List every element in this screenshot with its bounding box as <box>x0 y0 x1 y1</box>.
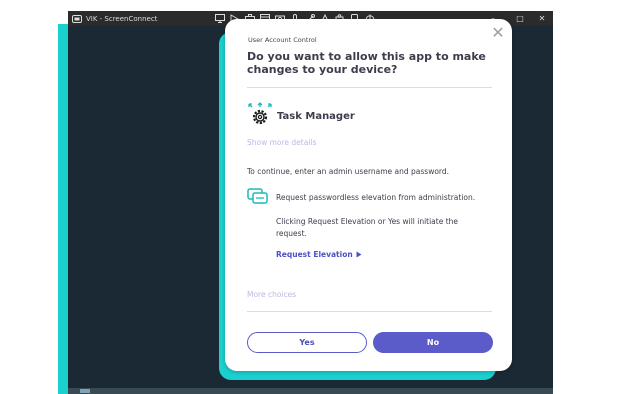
continue-text: To continue, enter an admin username and… <box>247 167 450 176</box>
monitor-icon[interactable] <box>214 13 225 24</box>
clicking-instruction-text: Clicking Request Elevation or Yes will i… <box>276 217 459 238</box>
app-name: Task Manager <box>277 111 355 122</box>
more-choices-link[interactable]: More choices <box>247 290 296 299</box>
divider <box>247 311 492 312</box>
request-elevation-link[interactable]: Request Elevation <box>276 250 362 259</box>
elevation-text: Request passwordless elevation from admi… <box>276 193 476 202</box>
elevation-request-icon <box>247 188 268 204</box>
show-more-details-link[interactable]: Show more details <box>247 138 316 147</box>
close-icon[interactable]: ✕ <box>491 25 505 41</box>
close-window-button[interactable]: ✕ <box>531 11 553 26</box>
request-elevation-label: Request Elevation <box>276 250 353 259</box>
stage: VIK - ScreenConnect □ ✕ ✕ User Account C… <box>0 0 618 394</box>
play-arrow-icon <box>356 251 362 258</box>
divider <box>247 87 492 88</box>
uac-dialog: ✕ User Account Control Do you want to al… <box>225 19 512 371</box>
screenconnect-logo-icon <box>72 14 82 23</box>
dialog-question: Do you want to allow this app to make ch… <box>247 50 486 76</box>
dialog-header-label: User Account Control <box>248 36 317 44</box>
no-button[interactable]: No <box>373 332 493 353</box>
start-icon[interactable] <box>80 389 90 393</box>
maximize-button[interactable]: □ <box>509 11 531 26</box>
window-title: VIK - ScreenConnect <box>86 14 158 23</box>
taskbar <box>68 388 553 394</box>
task-manager-gear-icon <box>248 102 272 125</box>
yes-button[interactable]: Yes <box>247 332 367 353</box>
